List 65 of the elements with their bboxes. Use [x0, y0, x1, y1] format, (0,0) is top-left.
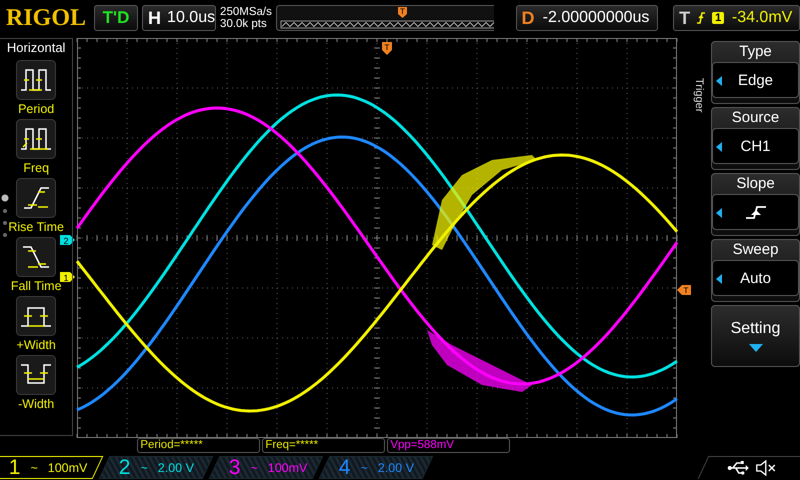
- fall-measure-icon: [16, 237, 56, 277]
- memory-trigger-marker: T: [398, 7, 407, 18]
- vertical-scale: 100mV: [268, 460, 308, 474]
- measurement-readout: Vpp=588mV: [387, 438, 510, 453]
- selector-arrow-icon: [716, 76, 722, 86]
- coupling-symbol: ~: [140, 460, 148, 474]
- channel-offset-marker: 2: [60, 235, 76, 246]
- trigger-source-badge: 1: [712, 12, 724, 24]
- trigger-status: T 1 -34.0mV: [673, 5, 800, 31]
- menu-item-title: Slope: [736, 174, 775, 194]
- menu-title: Horizontal: [6, 40, 66, 55]
- timebase-display: H 10.0us: [142, 5, 216, 31]
- freq-measure-icon: [16, 119, 56, 159]
- vertical-scale: 2.00 V: [158, 460, 194, 474]
- menu-value-selector[interactable]: [712, 194, 799, 230]
- menu-title: Trigger: [692, 78, 705, 114]
- measurement-readout: Freq=*****: [262, 438, 386, 453]
- measure-menu-item[interactable]: +Width: [16, 296, 56, 352]
- period-measure-icon: [16, 60, 56, 100]
- trigger-level-marker: T: [677, 285, 692, 295]
- brand-logo: RIGOL: [6, 4, 86, 32]
- menu-value-selector[interactable]: Edge: [712, 62, 799, 98]
- measure-menu-item[interactable]: Rise Time: [8, 178, 64, 234]
- rising-edge-icon: [696, 11, 706, 25]
- run-status-indicator: T'D: [94, 5, 138, 31]
- measure-menu-item[interactable]: Period: [16, 60, 56, 116]
- menu-value-selector[interactable]: CH1: [712, 128, 799, 164]
- selector-arrow-icon: [716, 142, 722, 152]
- memory-depth: 30.0k pts: [220, 18, 268, 30]
- sample-rate: 250MSa/s: [220, 6, 272, 18]
- menu-item-title: Type: [739, 42, 772, 62]
- rise-measure-icon: [16, 178, 56, 218]
- channel-number: 4: [339, 456, 351, 480]
- speaker-muted-icon: [754, 460, 777, 476]
- coupling-symbol: ~: [360, 460, 368, 474]
- trigger-position-marker: T: [382, 42, 392, 55]
- menu-item-title: Sweep: [732, 240, 778, 260]
- vertical-scale: 100mV: [48, 460, 88, 474]
- usb-icon: [726, 460, 749, 476]
- channel-tab[interactable]: 2 ~ 2.00 V: [98, 456, 214, 479]
- menu-value-selector[interactable]: Auto: [712, 260, 799, 296]
- channel-tab[interactable]: 3 ~ 100mV: [208, 456, 324, 479]
- nwidth-measure-icon: [16, 355, 56, 395]
- page-indicator-icon: [1, 194, 9, 240]
- channel-offset-marker: 1: [60, 272, 76, 283]
- setting-button[interactable]: Setting: [711, 305, 800, 367]
- coupling-symbol: ~: [30, 460, 38, 474]
- delay-display: D -2.00000000us: [516, 5, 658, 31]
- coupling-symbol: ~: [250, 460, 258, 474]
- measurement-readout: Period=*****: [137, 438, 260, 453]
- measure-menu-item[interactable]: Freq: [16, 119, 56, 175]
- channel-number: 1: [9, 456, 21, 480]
- selector-arrow-icon: [716, 208, 722, 218]
- channel-tab[interactable]: 1 ~ 100mV: [0, 456, 104, 479]
- selector-arrow-icon: [716, 274, 722, 284]
- channel-number: 2: [119, 456, 131, 480]
- rising-edge-icon: [744, 204, 768, 220]
- menu-item-title: Source: [732, 108, 780, 128]
- channel-tab[interactable]: 4 ~ 2.00 V: [318, 456, 434, 479]
- measure-menu-item[interactable]: Fall Time: [10, 237, 62, 293]
- channel-number: 3: [229, 456, 241, 480]
- vertical-scale: 2.00 V: [378, 460, 414, 474]
- measure-menu-item[interactable]: -Width: [16, 355, 56, 411]
- dropdown-arrow-icon: [748, 344, 762, 352]
- pwidth-measure-icon: [16, 296, 56, 336]
